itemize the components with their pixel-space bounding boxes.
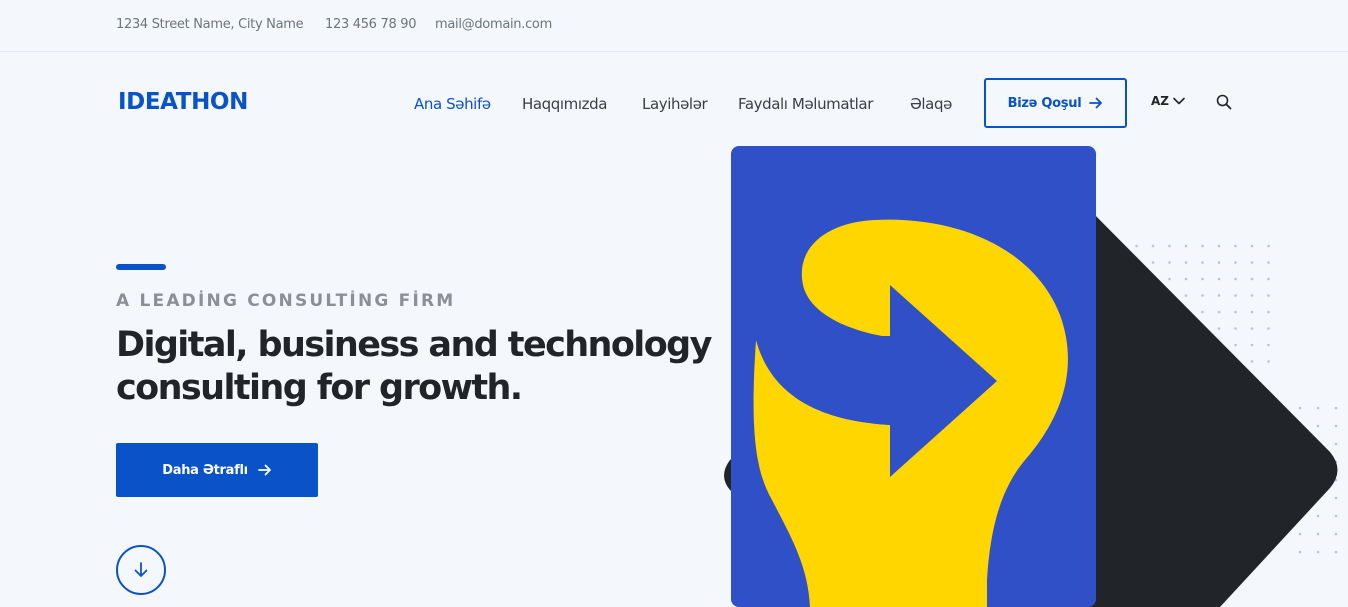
grid-dot (1267, 343, 1270, 347)
nav-contact[interactable]: Əlaqə (910, 95, 952, 113)
grid-dot (1184, 261, 1188, 264)
grid-dot (1201, 261, 1204, 264)
grid-dot (1267, 244, 1270, 248)
grid-dot (1334, 424, 1338, 428)
site-logo[interactable]: IDEATHON (118, 89, 248, 115)
grid-dot (1298, 550, 1302, 554)
grid-dot (1184, 294, 1188, 297)
nav-projects[interactable]: Layihələr (642, 95, 708, 113)
grid-dot (1250, 294, 1254, 297)
arrow-right-icon (257, 464, 271, 476)
grid-dot (1151, 261, 1155, 264)
grid-dot (1334, 442, 1338, 446)
grid-dot (1168, 244, 1171, 248)
grid-dot (1267, 277, 1270, 281)
hero-eyebrow: A LEADİNG CONSULTİNG FİRM (116, 291, 456, 311)
grid-dot (1217, 327, 1221, 330)
grid-dot (1234, 343, 1237, 347)
grid-dot (1234, 277, 1237, 281)
grid-dot (1316, 406, 1320, 410)
grid-dot (1250, 360, 1254, 363)
grid-dot (1234, 261, 1237, 264)
grid-dot (1334, 532, 1338, 536)
grid-dot (1267, 294, 1270, 297)
grid-dot (1250, 277, 1254, 281)
grid-dot (1250, 310, 1254, 314)
grid-dot (1298, 406, 1302, 410)
nav-about[interactable]: Haqqımızda (522, 95, 607, 113)
grid-dot (1234, 327, 1237, 330)
grid-dot (1267, 310, 1270, 314)
contact-phone[interactable]: 123 456 78 90 (325, 17, 417, 32)
grid-dot (1267, 261, 1270, 264)
grid-dot (1250, 261, 1254, 264)
grid-dot (1184, 277, 1188, 281)
accent-bar (116, 264, 166, 270)
search-icon[interactable] (1216, 94, 1232, 110)
arrow-right-icon (1089, 97, 1103, 109)
join-button-label: Bizə Qoşul (1007, 95, 1082, 111)
grid-dot (1298, 532, 1302, 536)
grid-dot (1334, 496, 1338, 500)
grid-dot (1217, 244, 1221, 248)
grid-dot (1334, 514, 1338, 518)
chevron-down-icon (1173, 97, 1185, 105)
grid-dot (1217, 261, 1221, 264)
scroll-down-button[interactable] (116, 545, 166, 595)
grid-dot (1135, 244, 1138, 248)
language-label: AZ (1151, 94, 1169, 108)
grid-dot (1217, 294, 1221, 297)
hero-headline: Digital, business and technology consult… (116, 325, 712, 408)
grid-dot (1201, 277, 1204, 281)
learn-more-button[interactable]: Daha Ətraflı (116, 443, 318, 497)
grid-dot (1334, 550, 1338, 554)
learn-more-label: Daha Ətraflı (162, 462, 248, 478)
grid-dot (1201, 244, 1204, 248)
arrow-down-icon (134, 562, 148, 577)
grid-dot (1184, 244, 1188, 248)
grid-dot (1234, 244, 1237, 248)
grid-dot (1234, 310, 1237, 314)
nav-home[interactable]: Ana Səhifə (414, 95, 491, 113)
grid-dot (1168, 261, 1171, 264)
nav-useful-info[interactable]: Faydalı Məlumatlar (738, 95, 873, 113)
grid-dot (1250, 327, 1254, 330)
grid-dot (1250, 343, 1254, 347)
hero-artwork (724, 146, 1338, 607)
join-button[interactable]: Bizə Qoşul (984, 78, 1127, 128)
grid-dot (1316, 424, 1320, 428)
contact-email[interactable]: mail@domain.com (435, 17, 552, 32)
contact-bar: 1234 Street Name, City Name 123 456 78 9… (0, 0, 1348, 52)
grid-dot (1316, 514, 1320, 518)
language-selector[interactable]: AZ (1151, 94, 1185, 108)
grid-dot (1267, 327, 1270, 330)
grid-dot (1201, 310, 1204, 314)
contact-address: 1234 Street Name, City Name (116, 17, 304, 32)
grid-dot (1168, 277, 1171, 281)
grid-dot (1234, 294, 1237, 297)
grid-dot (1151, 244, 1155, 248)
grid-dot (1316, 550, 1320, 554)
grid-dot (1267, 360, 1270, 363)
grid-dot (1217, 310, 1221, 314)
grid-dot (1217, 277, 1221, 281)
grid-dot (1316, 532, 1320, 536)
grid-dot (1334, 406, 1338, 410)
grid-dot (1201, 294, 1204, 297)
grid-dot (1250, 244, 1254, 248)
